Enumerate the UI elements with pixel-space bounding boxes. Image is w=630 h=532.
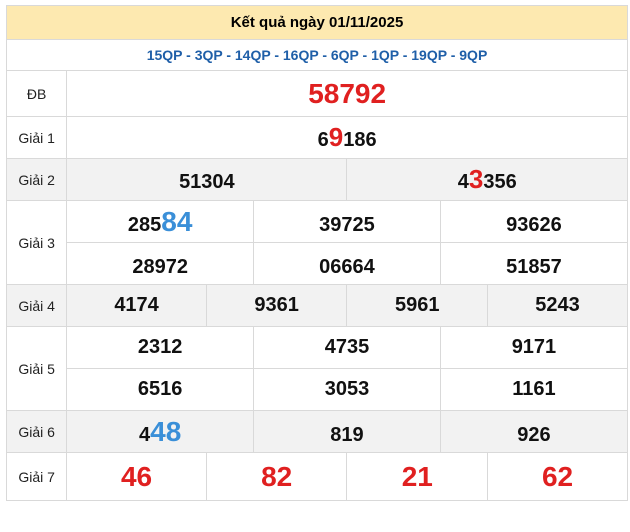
prize-3-4-pre: 28972	[132, 255, 188, 278]
prize-1-pre: 6	[317, 129, 329, 151]
prize-3-2: 39725	[253, 200, 441, 243]
prize-3-3-pre: 93626	[506, 213, 562, 236]
ticket-codes: 15QP - 3QP - 14QP - 16QP - 6QP - 1QP - 1…	[6, 39, 628, 71]
results-table: Kết quả ngày 01/11/2025 15QP - 3QP - 14Q…	[5, 5, 629, 501]
prize-5-3: 9171	[439, 326, 629, 369]
prize-7-4: 62	[487, 452, 628, 501]
prize-4-1: 4174	[66, 284, 207, 327]
label-g5: Giải 5	[5, 326, 68, 411]
label-g4: Giải 4	[5, 284, 68, 327]
prize-3-5-pre: 06664	[319, 255, 375, 278]
prize-6-1-highlight: 48	[150, 415, 182, 447]
prize-3-1: 28584	[66, 200, 255, 243]
prize-3-6: 51857	[439, 242, 629, 285]
prize-5-4: 6516	[66, 368, 255, 411]
prize-3-1-highlight: 84	[161, 205, 193, 237]
prize-1: 69186	[66, 116, 628, 159]
prize-5-5: 3053	[253, 368, 441, 411]
prize-2-a: 51304	[66, 158, 348, 201]
label-g2: Giải 2	[5, 158, 68, 201]
label-g7: Giải 7	[5, 452, 68, 501]
prize-3-6-pre: 51857	[506, 255, 562, 278]
prize-7-2: 82	[205, 452, 348, 501]
label-g6: Giải 6	[5, 410, 68, 453]
prize-3-2-pre: 39725	[319, 213, 375, 236]
label-db: ĐB	[5, 70, 68, 117]
prize-3-4: 28972	[66, 242, 255, 285]
prize-6-2-pre: 819	[330, 423, 364, 446]
prize-6-3: 926	[439, 410, 629, 453]
special-prize: 58792	[66, 70, 628, 117]
prize-4-3: 5961	[346, 284, 489, 327]
page-title: Kết quả ngày 01/11/2025	[6, 5, 628, 40]
results-page: Kết quả ngày 01/11/2025 15QP - 3QP - 14Q…	[0, 0, 630, 532]
prize-6-1-pre: 4	[139, 423, 151, 446]
prize-2-b: 43356	[346, 158, 628, 201]
label-g1: Giải 1	[5, 116, 68, 159]
prize-2-b-pre: 4	[457, 171, 469, 193]
prize-3-1-pre: 285	[127, 213, 162, 236]
prize-1-highlight: 9	[328, 122, 344, 152]
prize-5-1: 2312	[66, 326, 255, 369]
prize-6-3-pre: 926	[517, 423, 551, 446]
prize-5-2: 4735	[253, 326, 441, 369]
prize-5-6: 1161	[439, 368, 629, 411]
prize-6-2: 819	[253, 410, 441, 453]
prize-7-1: 46	[66, 452, 207, 501]
prize-7-3: 21	[346, 452, 489, 501]
label-g3: Giải 3	[5, 200, 68, 285]
prize-6-1: 448	[66, 410, 255, 453]
prize-2-b-highlight: 3	[468, 164, 484, 194]
prize-3-5: 06664	[253, 242, 441, 285]
special-prize-number: 58792	[308, 77, 387, 109]
prize-2-a-pre: 51304	[179, 171, 235, 193]
prize-1-post: 186	[343, 129, 377, 151]
prize-3-3: 93626	[439, 200, 629, 243]
prize-2-b-post: 356	[483, 171, 517, 193]
prize-4-4: 5243	[487, 284, 628, 327]
prize-4-2: 9361	[205, 284, 348, 327]
